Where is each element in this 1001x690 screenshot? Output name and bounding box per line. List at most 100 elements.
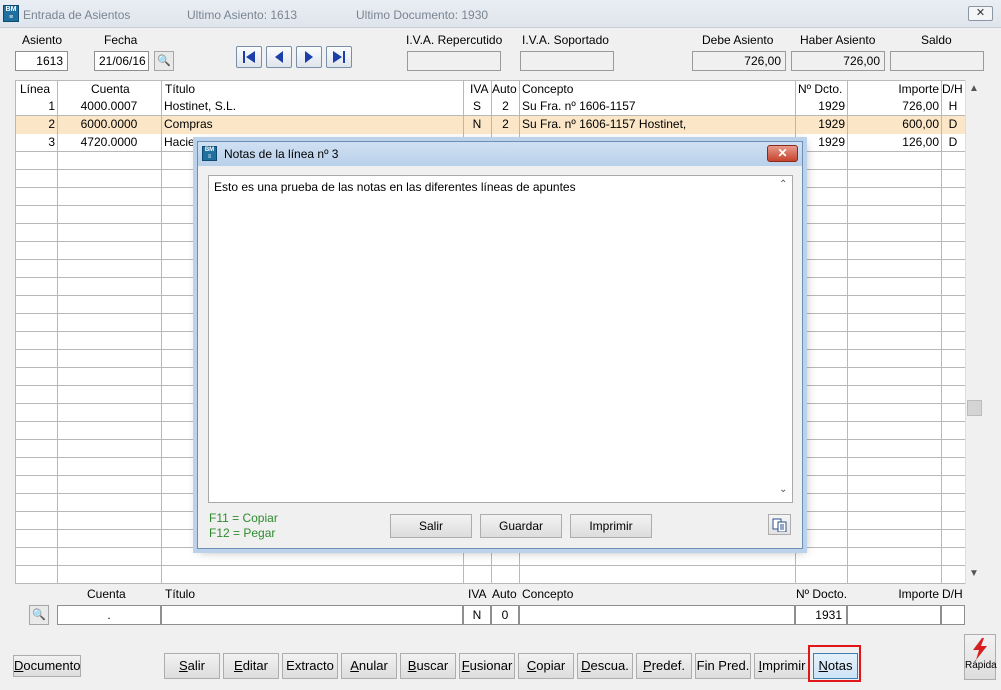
imprimir-button[interactable]: Imprimir: [754, 653, 810, 679]
lightning-icon: [973, 638, 987, 660]
entry-iva-label: IVA: [468, 587, 487, 601]
dialog-titlebar: BM ≡ Notas de la línea nº 3 ✕: [198, 142, 802, 166]
notas-dialog: BM ≡ Notas de la línea nº 3 ✕ Esto es una…: [197, 141, 803, 549]
window-title: Entrada de Asientos: [23, 8, 131, 22]
notes-scrollbar[interactable]: ⌃ ⌄: [776, 176, 792, 502]
scroll-up-icon[interactable]: ▲: [969, 83, 979, 94]
saldo-label: Saldo: [921, 33, 952, 47]
salir-button[interactable]: Salir: [164, 653, 220, 679]
grid-scrollbar[interactable]: ▲ ▼: [965, 80, 983, 584]
anular-button[interactable]: Anular: [341, 653, 397, 679]
iva-soportado-field: [520, 51, 614, 71]
cell-auto: 2: [502, 99, 509, 113]
binoculars-lookup-icon[interactable]: 🔍: [29, 605, 49, 625]
asiento-field[interactable]: 1613: [15, 51, 68, 71]
scroll-down-icon[interactable]: ▼: [969, 568, 979, 579]
copy-icon: [772, 518, 786, 532]
fusionar-button[interactable]: Fusionar: [459, 653, 515, 679]
saldo-field: [890, 51, 984, 71]
window-close-button[interactable]: ✕: [968, 6, 993, 21]
cell-dcto: 1929: [818, 99, 845, 113]
table-row[interactable]: 1 4000.0007 Hostinet, S.L. S 2 Su Fra. n…: [15, 98, 965, 116]
entry-dh-label: D/H: [942, 587, 963, 601]
col-auto: Auto: [492, 82, 517, 96]
cell-linea: 3: [48, 135, 55, 149]
fin-pred-button[interactable]: Fin Pred.: [695, 653, 751, 679]
entry-row: 🔍 . N 0 1931: [15, 605, 965, 625]
debe-asiento-field: 726,00: [692, 51, 786, 71]
previous-icon: [275, 51, 283, 63]
entry-titulo-input[interactable]: [161, 605, 463, 625]
entry-dcto-input[interactable]: 1931: [795, 605, 847, 625]
predef-button[interactable]: Predef.: [636, 653, 692, 679]
entry-dcto-label: Nº Docto.: [796, 587, 848, 601]
next-record-button[interactable]: [296, 46, 322, 68]
entry-concepto-label: Concepto: [522, 587, 574, 601]
grid-divider: [847, 80, 848, 584]
cell-titulo: Hostinet, S.L.: [164, 99, 237, 113]
notes-scroll-down-icon[interactable]: ⌄: [779, 484, 787, 495]
last-icon: [333, 51, 345, 63]
first-icon: [243, 51, 255, 63]
cell-dcto: 1929: [818, 135, 845, 149]
editar-button[interactable]: Editar: [223, 653, 279, 679]
copiar-button[interactable]: Copiar: [518, 653, 574, 679]
extracto-button[interactable]: Extracto: [282, 653, 338, 679]
entry-concepto-input[interactable]: [519, 605, 795, 625]
table-row-selected[interactable]: 2 6000.0000 Compras N 2 Su Fra. nº 1606-…: [15, 116, 965, 134]
previous-record-button[interactable]: [266, 46, 292, 68]
dialog-guardar-button[interactable]: Guardar: [480, 514, 562, 538]
cell-cuenta: 4720.0000: [80, 135, 138, 149]
col-concepto: Concepto: [522, 82, 574, 96]
rapida-button[interactable]: Rápida: [964, 634, 997, 680]
buscar-button[interactable]: Buscar: [400, 653, 456, 679]
grid-divider: [57, 80, 58, 584]
entry-auto-input[interactable]: 0: [491, 605, 519, 625]
ultimo-documento-text: Ultimo Documento: 1930: [356, 8, 489, 22]
cell-dh: H: [948, 99, 958, 113]
fecha-label: Fecha: [104, 33, 138, 47]
window-titlebar: BM ≡ Entrada de Asientos Ultimo Asiento: …: [0, 0, 1001, 28]
iva-repercutido-field: [407, 51, 501, 71]
entry-importe-input[interactable]: [847, 605, 941, 625]
grid-divider: [941, 80, 942, 584]
fecha-field[interactable]: 21/06/16: [94, 51, 149, 71]
entry-header: Cuenta Título IVA Auto Concepto Nº Docto…: [15, 586, 965, 604]
cell-concepto: Su Fra. nº 1606-1157: [522, 99, 636, 113]
dialog-imprimir-button[interactable]: Imprimir: [570, 514, 652, 538]
hint-copy: F11 = Copiar: [209, 511, 278, 525]
grid-divider: [15, 80, 16, 584]
iva-soportado-label: I.V.A. Soportado: [522, 33, 609, 47]
grid-header: Línea Cuenta Título IVA Auto Concepto Nº…: [15, 80, 965, 98]
entry-auto-label: Auto: [492, 587, 517, 601]
dialog-close-button[interactable]: ✕: [767, 145, 798, 162]
copy-notes-button[interactable]: [768, 514, 791, 535]
cell-dh: D: [948, 135, 958, 149]
debe-asiento-label: Debe Asiento: [702, 33, 774, 47]
last-record-button[interactable]: [326, 46, 352, 68]
entry-cuenta-input[interactable]: .: [57, 605, 161, 625]
col-iva: IVA: [470, 82, 489, 96]
cell-iva: S: [472, 99, 481, 113]
first-record-button[interactable]: [236, 46, 262, 68]
notes-textarea[interactable]: Esto es una prueba de las notas en las d…: [208, 175, 793, 503]
entry-dh-input[interactable]: [941, 605, 965, 625]
ultimo-asiento-text: Ultimo Asiento: 1613: [187, 8, 298, 22]
cell-cuenta: 6000.0000: [80, 117, 138, 131]
scroll-thumb[interactable]: [967, 400, 982, 416]
descuadre-button[interactable]: Descua.: [577, 653, 633, 679]
documento-button[interactable]: Documento: [13, 655, 81, 677]
entry-cuenta-label: Cuenta: [87, 587, 126, 601]
cell-dh: D: [948, 117, 958, 131]
dialog-salir-button[interactable]: Salir: [390, 514, 472, 538]
col-dh: D/H: [942, 82, 963, 96]
hint-paste: F12 = Pegar: [209, 526, 276, 540]
col-cuenta: Cuenta: [91, 82, 130, 96]
entry-iva-input[interactable]: N: [463, 605, 491, 625]
binoculars-search-icon[interactable]: 🔍: [154, 51, 174, 71]
cell-titulo: Compras: [164, 117, 213, 131]
notes-scroll-up-icon[interactable]: ⌃: [779, 179, 787, 190]
cell-dcto: 1929: [818, 117, 845, 131]
cell-iva: N: [472, 117, 482, 131]
dialog-app-icon: BM ≡: [202, 146, 217, 161]
